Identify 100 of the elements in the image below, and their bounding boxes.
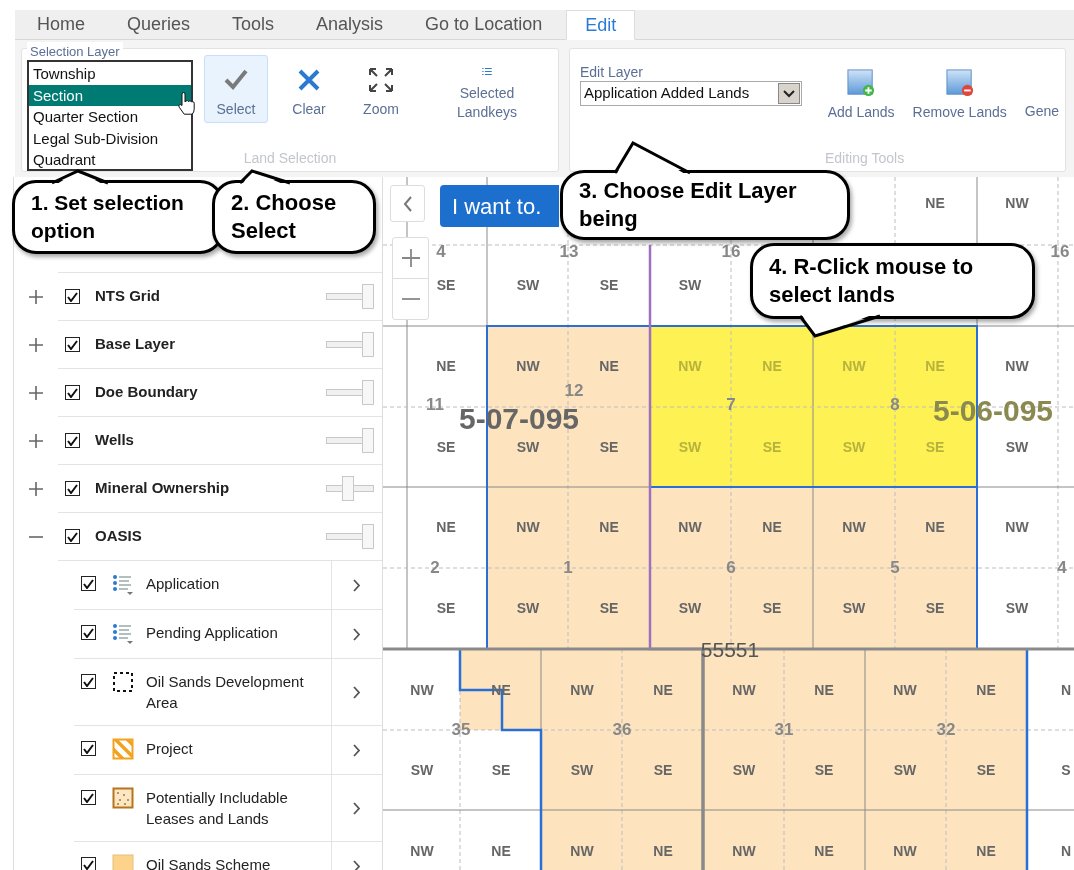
slider-thumb[interactable]	[342, 476, 355, 501]
quarter-label: SE	[925, 437, 945, 457]
quarter-label: NE	[976, 841, 996, 861]
section-number: 1	[563, 557, 573, 580]
section-number: 6	[726, 557, 736, 580]
chevron-right-icon[interactable]	[353, 743, 361, 757]
ribbon-button[interactable]: Zoom	[348, 55, 414, 123]
list-option[interactable]: Legal Sub-Division	[29, 127, 191, 149]
back-button[interactable]	[390, 185, 425, 222]
checkbox[interactable]	[65, 529, 80, 544]
quarter-label: NE	[925, 193, 945, 213]
slider-thumb[interactable]	[362, 284, 374, 309]
tab[interactable]: Go to Location	[407, 9, 561, 39]
list-option[interactable]: Section	[29, 84, 191, 106]
ribbon-button[interactable]: Clear	[276, 55, 342, 123]
ribbon-button[interactable]: Gene	[1018, 63, 1065, 123]
ribbon-button[interactable]: Select	[204, 55, 268, 123]
section-number: 4	[436, 241, 446, 264]
tab[interactable]: Edit	[566, 10, 636, 40]
quarter-label: SW	[570, 760, 594, 780]
quarter-label: SE	[436, 437, 456, 457]
quarter-label: NE	[762, 517, 782, 537]
ribbon-button[interactable]: Selected Landkeys	[444, 55, 530, 123]
dotted-square-icon	[112, 787, 134, 809]
expand-icon[interactable]	[28, 337, 44, 353]
slider-thumb[interactable]	[362, 524, 374, 549]
section-number: 5	[890, 557, 900, 580]
quarter-label: SW	[516, 598, 540, 618]
expand-icon[interactable]	[28, 385, 44, 401]
quarter-label: NE	[436, 356, 456, 376]
field-label: Selection Layer	[27, 42, 123, 62]
checkbox[interactable]	[65, 337, 80, 352]
checkbox[interactable]	[81, 741, 96, 756]
checkbox[interactable]	[81, 576, 96, 591]
quarter-label: NW	[410, 841, 434, 861]
opacity-slider[interactable]	[326, 332, 374, 357]
ribbon-button[interactable]: Add Lands	[821, 63, 901, 123]
checkbox[interactable]	[81, 857, 96, 870]
expand-icon[interactable]	[28, 289, 44, 305]
tab[interactable]: Analysis	[298, 9, 402, 39]
checkbox[interactable]	[65, 385, 80, 400]
slider-thumb[interactable]	[362, 332, 374, 357]
checkbox[interactable]	[81, 674, 96, 689]
quarter-label: SE	[814, 760, 834, 780]
quarter-label: NW	[732, 841, 756, 861]
tab[interactable]: Home	[19, 9, 103, 39]
opacity-slider[interactable]	[326, 380, 374, 405]
quarter-label: N	[1060, 841, 1072, 861]
expand-arrows-icon	[367, 66, 395, 94]
slider-thumb[interactable]	[362, 428, 374, 453]
expand-icon[interactable]	[28, 481, 44, 497]
quarter-label: SE	[925, 598, 945, 618]
quarter-label: NW	[570, 680, 594, 700]
list-option[interactable]: Quarter Section	[29, 106, 191, 128]
quarter-label: SE	[599, 437, 619, 457]
action-button[interactable]: I want to.	[440, 185, 559, 227]
slider-thumb[interactable]	[362, 380, 374, 405]
opacity-slider[interactable]	[326, 524, 374, 549]
section-number: 12	[564, 380, 584, 403]
quarter-label: SE	[762, 437, 782, 457]
layer-name: NTS Grid	[95, 286, 161, 307]
section-number: 16	[1050, 241, 1070, 264]
layer-name: Potentially Includable Leases and Lands	[146, 788, 289, 829]
chevron-right-icon[interactable]	[353, 685, 361, 699]
layer-name: Mineral Ownership	[95, 478, 231, 499]
opacity-slider[interactable]	[326, 476, 374, 501]
quarter-label: NE	[599, 356, 619, 376]
dashed-square-icon	[112, 671, 134, 693]
ribbon-button[interactable]: Remove Lands	[906, 63, 1013, 123]
section-number: 13	[559, 241, 579, 264]
layer-name: Application	[146, 574, 220, 594]
chevron-right-icon[interactable]	[353, 578, 361, 592]
quarter-label: NW	[1005, 193, 1029, 213]
quarter-label: SW	[842, 598, 866, 618]
quarter-label: NE	[491, 841, 511, 861]
tab[interactable]: Queries	[109, 9, 209, 39]
checkbox[interactable]	[81, 790, 96, 805]
dropdown-field[interactable]: Application Added Lands	[580, 81, 802, 106]
chevron-right-icon[interactable]	[353, 627, 361, 641]
list-option[interactable]: Township	[29, 63, 191, 85]
quarter-label: NW	[516, 517, 540, 537]
quarter-label: SW	[516, 275, 540, 295]
expand-icon[interactable]	[28, 433, 44, 449]
chevron-right-icon[interactable]	[353, 859, 361, 870]
checkbox[interactable]	[65, 289, 80, 304]
quarter-label: NE	[436, 517, 456, 537]
quarter-label: NW	[732, 680, 756, 700]
checkbox[interactable]	[65, 481, 80, 496]
list-option[interactable]: Quadrant	[29, 149, 191, 171]
quarter-label: NE	[925, 517, 945, 537]
chevron-right-icon[interactable]	[353, 801, 361, 815]
quarter-label: NW	[842, 517, 866, 537]
quarter-label: NE	[653, 680, 673, 700]
checkbox[interactable]	[65, 433, 80, 448]
checkbox[interactable]	[81, 625, 96, 640]
plus-icon	[400, 247, 421, 268]
quarter-label: SW	[678, 275, 702, 295]
tab[interactable]: Tools	[214, 9, 293, 39]
opacity-slider[interactable]	[326, 284, 374, 309]
opacity-slider[interactable]	[326, 428, 374, 453]
